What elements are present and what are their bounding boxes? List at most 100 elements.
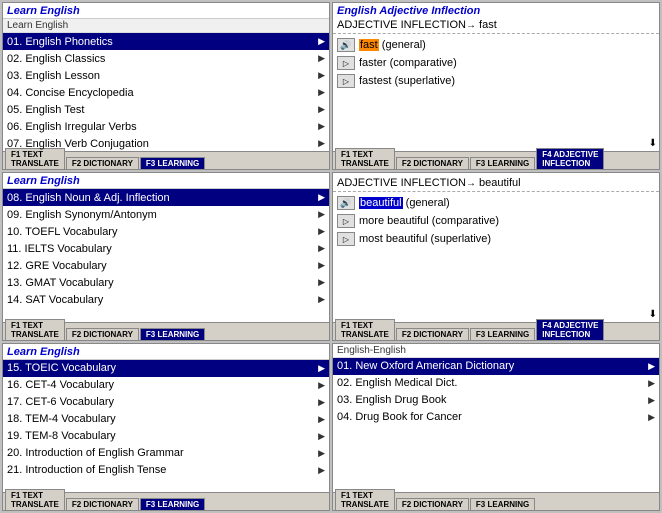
list-item[interactable]: 01. New Oxford American Dictionary▶ — [333, 358, 659, 375]
infl-item-2: ▷ faster (comparative) — [337, 54, 655, 72]
speaker-icon-2[interactable]: 🔊 — [337, 196, 355, 210]
mid-left-list: 08. English Noun & Adj. Inflection▶09. E… — [3, 189, 329, 321]
tab-f2-mr[interactable]: F2 DICTIONARY — [396, 328, 469, 340]
tab-f1-ml[interactable]: F1 TEXTTRANSLATE — [5, 319, 65, 340]
mid-left-items-container: 08. English Noun & Adj. Inflection▶09. E… — [3, 189, 329, 308]
tab-f3-bl[interactable]: F3 LEARNING — [140, 498, 205, 510]
list-item-text: 02. English Medical Dict. — [337, 377, 646, 389]
list-item-text: 19. TEM-8 Vocabulary — [7, 430, 316, 442]
list-item-arrow: ▶ — [318, 192, 325, 203]
list-item[interactable]: 03. English Lesson▶ — [3, 67, 329, 84]
top-right-main-title: English Adjective Inflection — [333, 3, 659, 18]
tab-f1-tr[interactable]: F1 TEXTTRANSLATE — [335, 148, 395, 169]
list-item[interactable]: 06. English Irregular Verbs▶ — [3, 118, 329, 135]
bot-right-tabbar: F1 TEXTTRANSLATE F2 DICTIONARY F3 LEARNI… — [333, 492, 659, 510]
tab-f2-bl[interactable]: F2 DICTIONARY — [66, 498, 139, 510]
tab-f2-br[interactable]: F2 DICTIONARY — [396, 498, 469, 510]
infl-item-4: 🔊 beautiful (general) — [337, 194, 655, 212]
list-item-text: 17. CET-6 Vocabulary — [7, 396, 316, 408]
mid-left-tabbar: F1 TEXTTRANSLATE F2 DICTIONARY F3 LEARNI… — [3, 322, 329, 340]
tab-f1-br[interactable]: F1 TEXTTRANSLATE — [335, 489, 395, 510]
list-item-arrow: ▶ — [318, 226, 325, 237]
top-left-title: Learn English — [3, 3, 329, 19]
list-item[interactable]: 09. English Synonym/Antonym▶ — [3, 206, 329, 223]
top-left-items-container: 01. English Phonetics▶02. English Classi… — [3, 33, 329, 151]
list-item-text: 14. SAT Vocabulary — [7, 294, 316, 306]
tab-f3-tr[interactable]: F3 LEARNING — [470, 157, 535, 169]
list-item[interactable]: 14. SAT Vocabulary▶ — [3, 291, 329, 308]
list-item[interactable]: 03. English Drug Book▶ — [333, 392, 659, 409]
bot-left-list: 15. TOEIC Vocabulary▶16. CET-4 Vocabular… — [3, 360, 329, 492]
tab-f3-tl[interactable]: F3 LEARNING — [140, 157, 205, 169]
list-item[interactable]: 02. English Classics▶ — [3, 50, 329, 67]
bot-right-subtitle: English-English — [333, 344, 659, 358]
list-item-arrow: ▶ — [318, 70, 325, 81]
mid-right-panel: ADJECTIVE INFLECTION→ beautiful 🔊 beauti… — [332, 172, 660, 340]
list-item-arrow: ▶ — [318, 414, 325, 425]
list-item[interactable]: 13. GMAT Vocabulary▶ — [3, 274, 329, 291]
list-item-text: 13. GMAT Vocabulary — [7, 277, 316, 289]
list-item-text: 04. Concise Encyclopedia — [7, 87, 316, 99]
tab-f1-mr[interactable]: F1 TEXTTRANSLATE — [335, 319, 395, 340]
list-item[interactable]: 04. Drug Book for Cancer▶ — [333, 409, 659, 426]
list-item[interactable]: 15. TOEIC Vocabulary▶ — [3, 360, 329, 377]
infl-text-1: fast (general) — [359, 39, 426, 51]
list-item[interactable]: 02. English Medical Dict.▶ — [333, 375, 659, 392]
list-item[interactable]: 18. TEM-4 Vocabulary▶ — [3, 411, 329, 428]
list-item[interactable]: 11. IELTS Vocabulary▶ — [3, 240, 329, 257]
tab-f1-bl[interactable]: F1 TEXTTRANSLATE — [5, 489, 65, 510]
list-item[interactable]: 07. English Verb Conjugation▶ — [3, 135, 329, 151]
tab-f3-ml[interactable]: F3 LEARNING — [140, 328, 205, 340]
list-item-text: 15. TOEIC Vocabulary — [7, 362, 316, 374]
tab-f1-tl[interactable]: F1 TEXTTRANSLATE — [5, 148, 65, 169]
list-item-text: 06. English Irregular Verbs — [7, 121, 316, 133]
list-item[interactable]: 21. Introduction of English Tense▶ — [3, 462, 329, 479]
list-item-arrow: ▶ — [318, 397, 325, 408]
list-item-arrow: ▶ — [318, 243, 325, 254]
tab-f3-mr[interactable]: F3 LEARNING — [470, 328, 535, 340]
list-item-arrow: ▶ — [318, 209, 325, 220]
list-item[interactable]: 12. GRE Vocabulary▶ — [3, 257, 329, 274]
list-item-text: 03. English Lesson — [7, 70, 316, 82]
super-icon-2: ▷ — [337, 232, 355, 246]
tab-f2-ml[interactable]: F2 DICTIONARY — [66, 328, 139, 340]
mid-left-panel: Learn English 08. English Noun & Adj. In… — [2, 172, 330, 340]
list-item-text: 20. Introduction of English Grammar — [7, 447, 316, 459]
list-item-arrow: ▶ — [318, 87, 325, 98]
list-item[interactable]: 10. TOEFL Vocabulary▶ — [3, 223, 329, 240]
tab-f4-mr[interactable]: F4 ADJECTIVEINFLECTION — [536, 319, 604, 340]
mid-right-content: 🔊 beautiful (general) ▷ more beautiful (… — [333, 191, 659, 321]
infl-item-3: ▷ fastest (superlative) — [337, 72, 655, 90]
tab-f3-br[interactable]: F3 LEARNING — [470, 498, 535, 510]
list-item[interactable]: 19. TEM-8 Vocabulary▶ — [3, 428, 329, 445]
bot-left-title: Learn English — [3, 344, 329, 360]
tab-f4-tr[interactable]: F4 ADJECTIVEINFLECTION — [536, 148, 604, 169]
list-item-text: 18. TEM-4 Vocabulary — [7, 413, 316, 425]
bot-left-panel: Learn English 15. TOEIC Vocabulary▶16. C… — [2, 343, 330, 511]
list-item-arrow: ▶ — [318, 277, 325, 288]
list-item[interactable]: 08. English Noun & Adj. Inflection▶ — [3, 189, 329, 206]
down-indicator-1: ⬇ — [649, 138, 657, 149]
list-item-arrow: ▶ — [318, 294, 325, 305]
list-item-text: 11. IELTS Vocabulary — [7, 243, 316, 255]
infl-text-3: fastest (superlative) — [359, 75, 455, 87]
tab-f2-tl[interactable]: F2 DICTIONARY — [66, 157, 139, 169]
list-item-arrow: ▶ — [318, 363, 325, 374]
top-right-content: 🔊 fast (general) ▷ faster (comparative) … — [333, 33, 659, 151]
infl-text-4: beautiful (general) — [359, 197, 450, 209]
list-item-text: 08. English Noun & Adj. Inflection — [7, 192, 316, 204]
top-right-panel: English Adjective Inflection ADJECTIVE I… — [332, 2, 660, 170]
list-item[interactable]: 04. Concise Encyclopedia▶ — [3, 84, 329, 101]
speaker-icon-1[interactable]: 🔊 — [337, 38, 355, 52]
list-item[interactable]: 17. CET-6 Vocabulary▶ — [3, 394, 329, 411]
list-item-arrow: ▶ — [318, 104, 325, 115]
list-item[interactable]: 20. Introduction of English Grammar▶ — [3, 445, 329, 462]
list-item[interactable]: 01. English Phonetics▶ — [3, 33, 329, 50]
top-right-tabbar: F1 TEXTTRANSLATE F2 DICTIONARY F3 LEARNI… — [333, 151, 659, 169]
list-item-arrow: ▶ — [318, 431, 325, 442]
top-left-tabbar: F1 TEXTTRANSLATE F2 DICTIONARY F3 LEARNI… — [3, 151, 329, 169]
list-item[interactable]: 05. English Test▶ — [3, 101, 329, 118]
list-item-text: 01. English Phonetics — [7, 36, 316, 48]
list-item[interactable]: 16. CET-4 Vocabulary▶ — [3, 377, 329, 394]
tab-f2-tr[interactable]: F2 DICTIONARY — [396, 157, 469, 169]
